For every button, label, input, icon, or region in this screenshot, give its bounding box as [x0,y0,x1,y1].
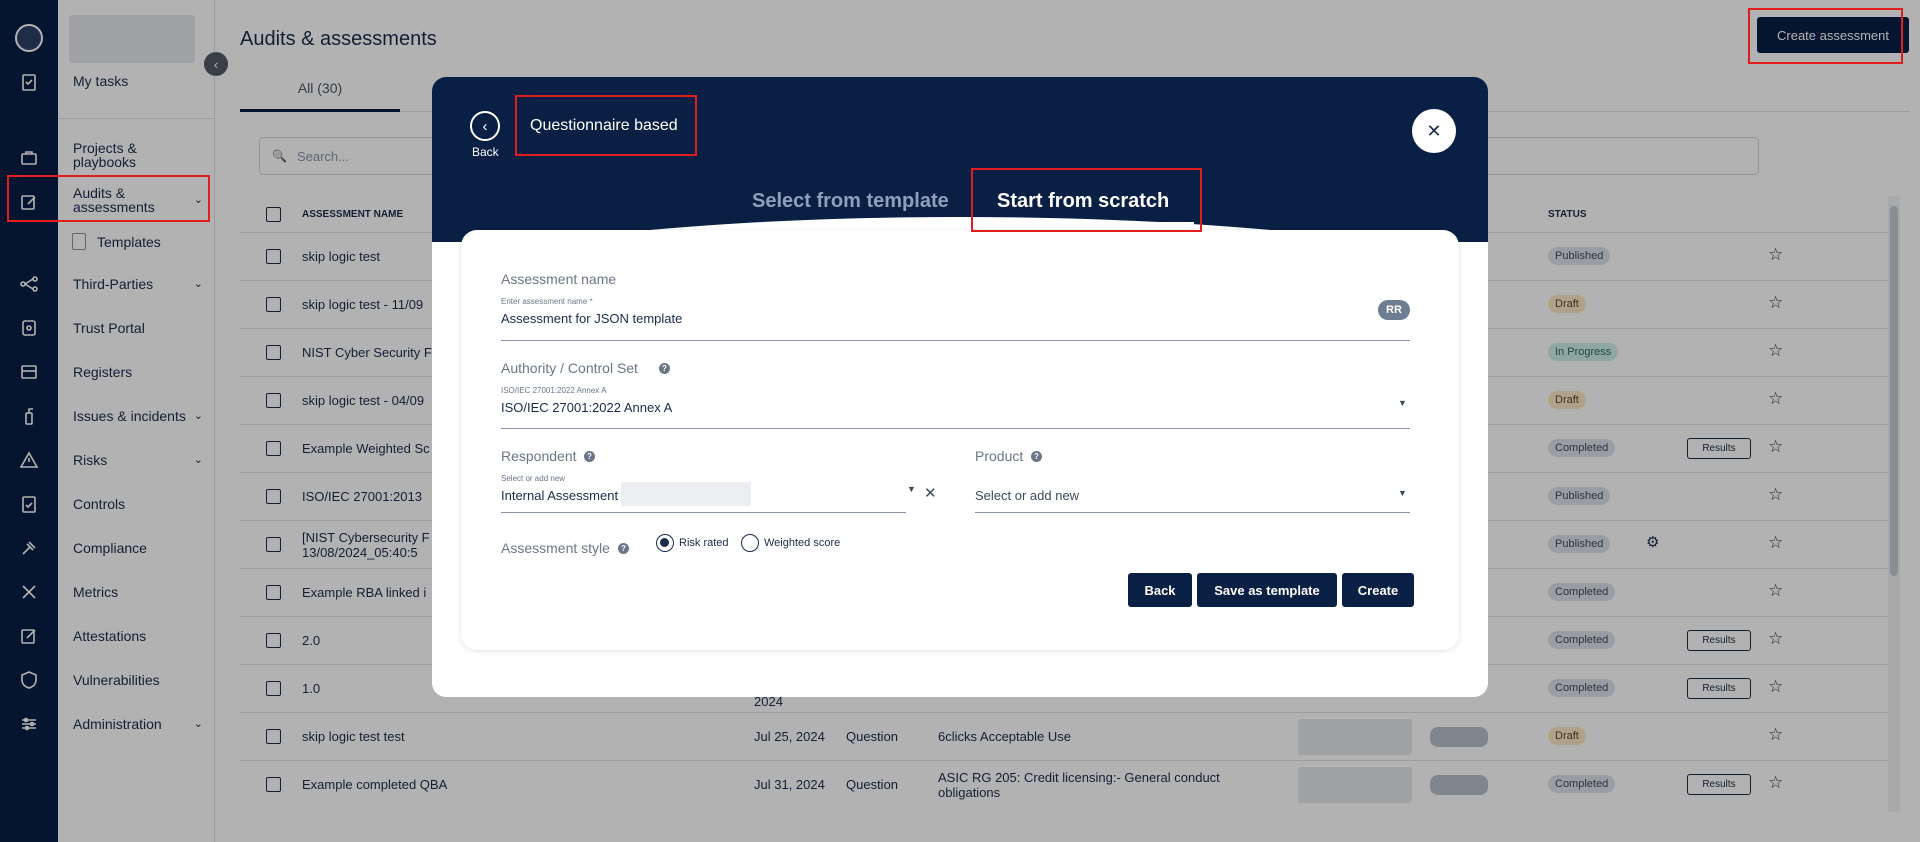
authority-select[interactable]: ISO/IEC 27001:2022 Annex A [501,400,672,415]
help-icon[interactable]: ? [659,363,670,374]
back-button[interactable]: Back [1128,573,1192,607]
product-underline [975,512,1410,513]
assessment-name-hint: Enter assessment name * [501,297,593,306]
authority-underline [501,428,1410,429]
product-label: Product [975,448,1024,464]
respondent-hint: Select or add new [501,474,566,483]
authority-label: Authority / Control Set [501,360,638,376]
chevron-down-icon[interactable]: ▼ [1398,488,1407,498]
help-icon[interactable]: ? [584,451,595,462]
back-label[interactable]: Back [472,145,499,159]
risk-rated-badge: RR [1378,300,1410,320]
highlight-box-nav-audits [7,175,210,222]
respondent-select[interactable]: Internal Assessment [501,488,618,503]
close-icon[interactable]: ✕ [1412,109,1456,153]
respondent-underline [501,512,906,513]
highlight-box-create-button [1748,8,1903,64]
weighted-score-radio[interactable] [741,534,759,552]
save-as-template-button[interactable]: Save as template [1197,573,1337,607]
chevron-down-icon[interactable]: ▼ [1398,398,1407,408]
help-icon[interactable]: ? [618,543,629,554]
highlight-box-title [515,95,697,156]
assessment-name-input[interactable]: Assessment for JSON template [501,311,682,326]
redacted-respondent [621,482,751,506]
clear-icon[interactable]: ✕ [924,484,937,502]
back-icon[interactable]: ‹ [470,111,500,141]
create-assessment-modal: ‹ Back Questionnaire based ✕ Select from… [432,77,1488,697]
create-button[interactable]: Create [1342,573,1414,607]
tab-select-from-template[interactable]: Select from template [752,190,949,213]
assessment-form-card: Assessment name Enter assessment name * … [461,230,1459,650]
chevron-down-icon[interactable]: ▼ [907,484,916,494]
assessment-style-label: Assessment style [501,540,610,556]
respondent-label: Respondent [501,448,577,464]
risk-rated-label[interactable]: Risk rated [679,537,729,549]
authority-hint: ISO/IEC 27001:2022 Annex A [501,386,607,395]
highlight-box-scratch-tab [971,168,1202,232]
product-select[interactable]: Select or add new [975,488,1079,503]
risk-rated-radio[interactable] [656,534,674,552]
assessment-name-label: Assessment name [501,271,617,287]
help-icon[interactable]: ? [1031,451,1042,462]
weighted-score-label[interactable]: Weighted score [764,537,840,549]
assessment-name-underline [501,340,1410,341]
